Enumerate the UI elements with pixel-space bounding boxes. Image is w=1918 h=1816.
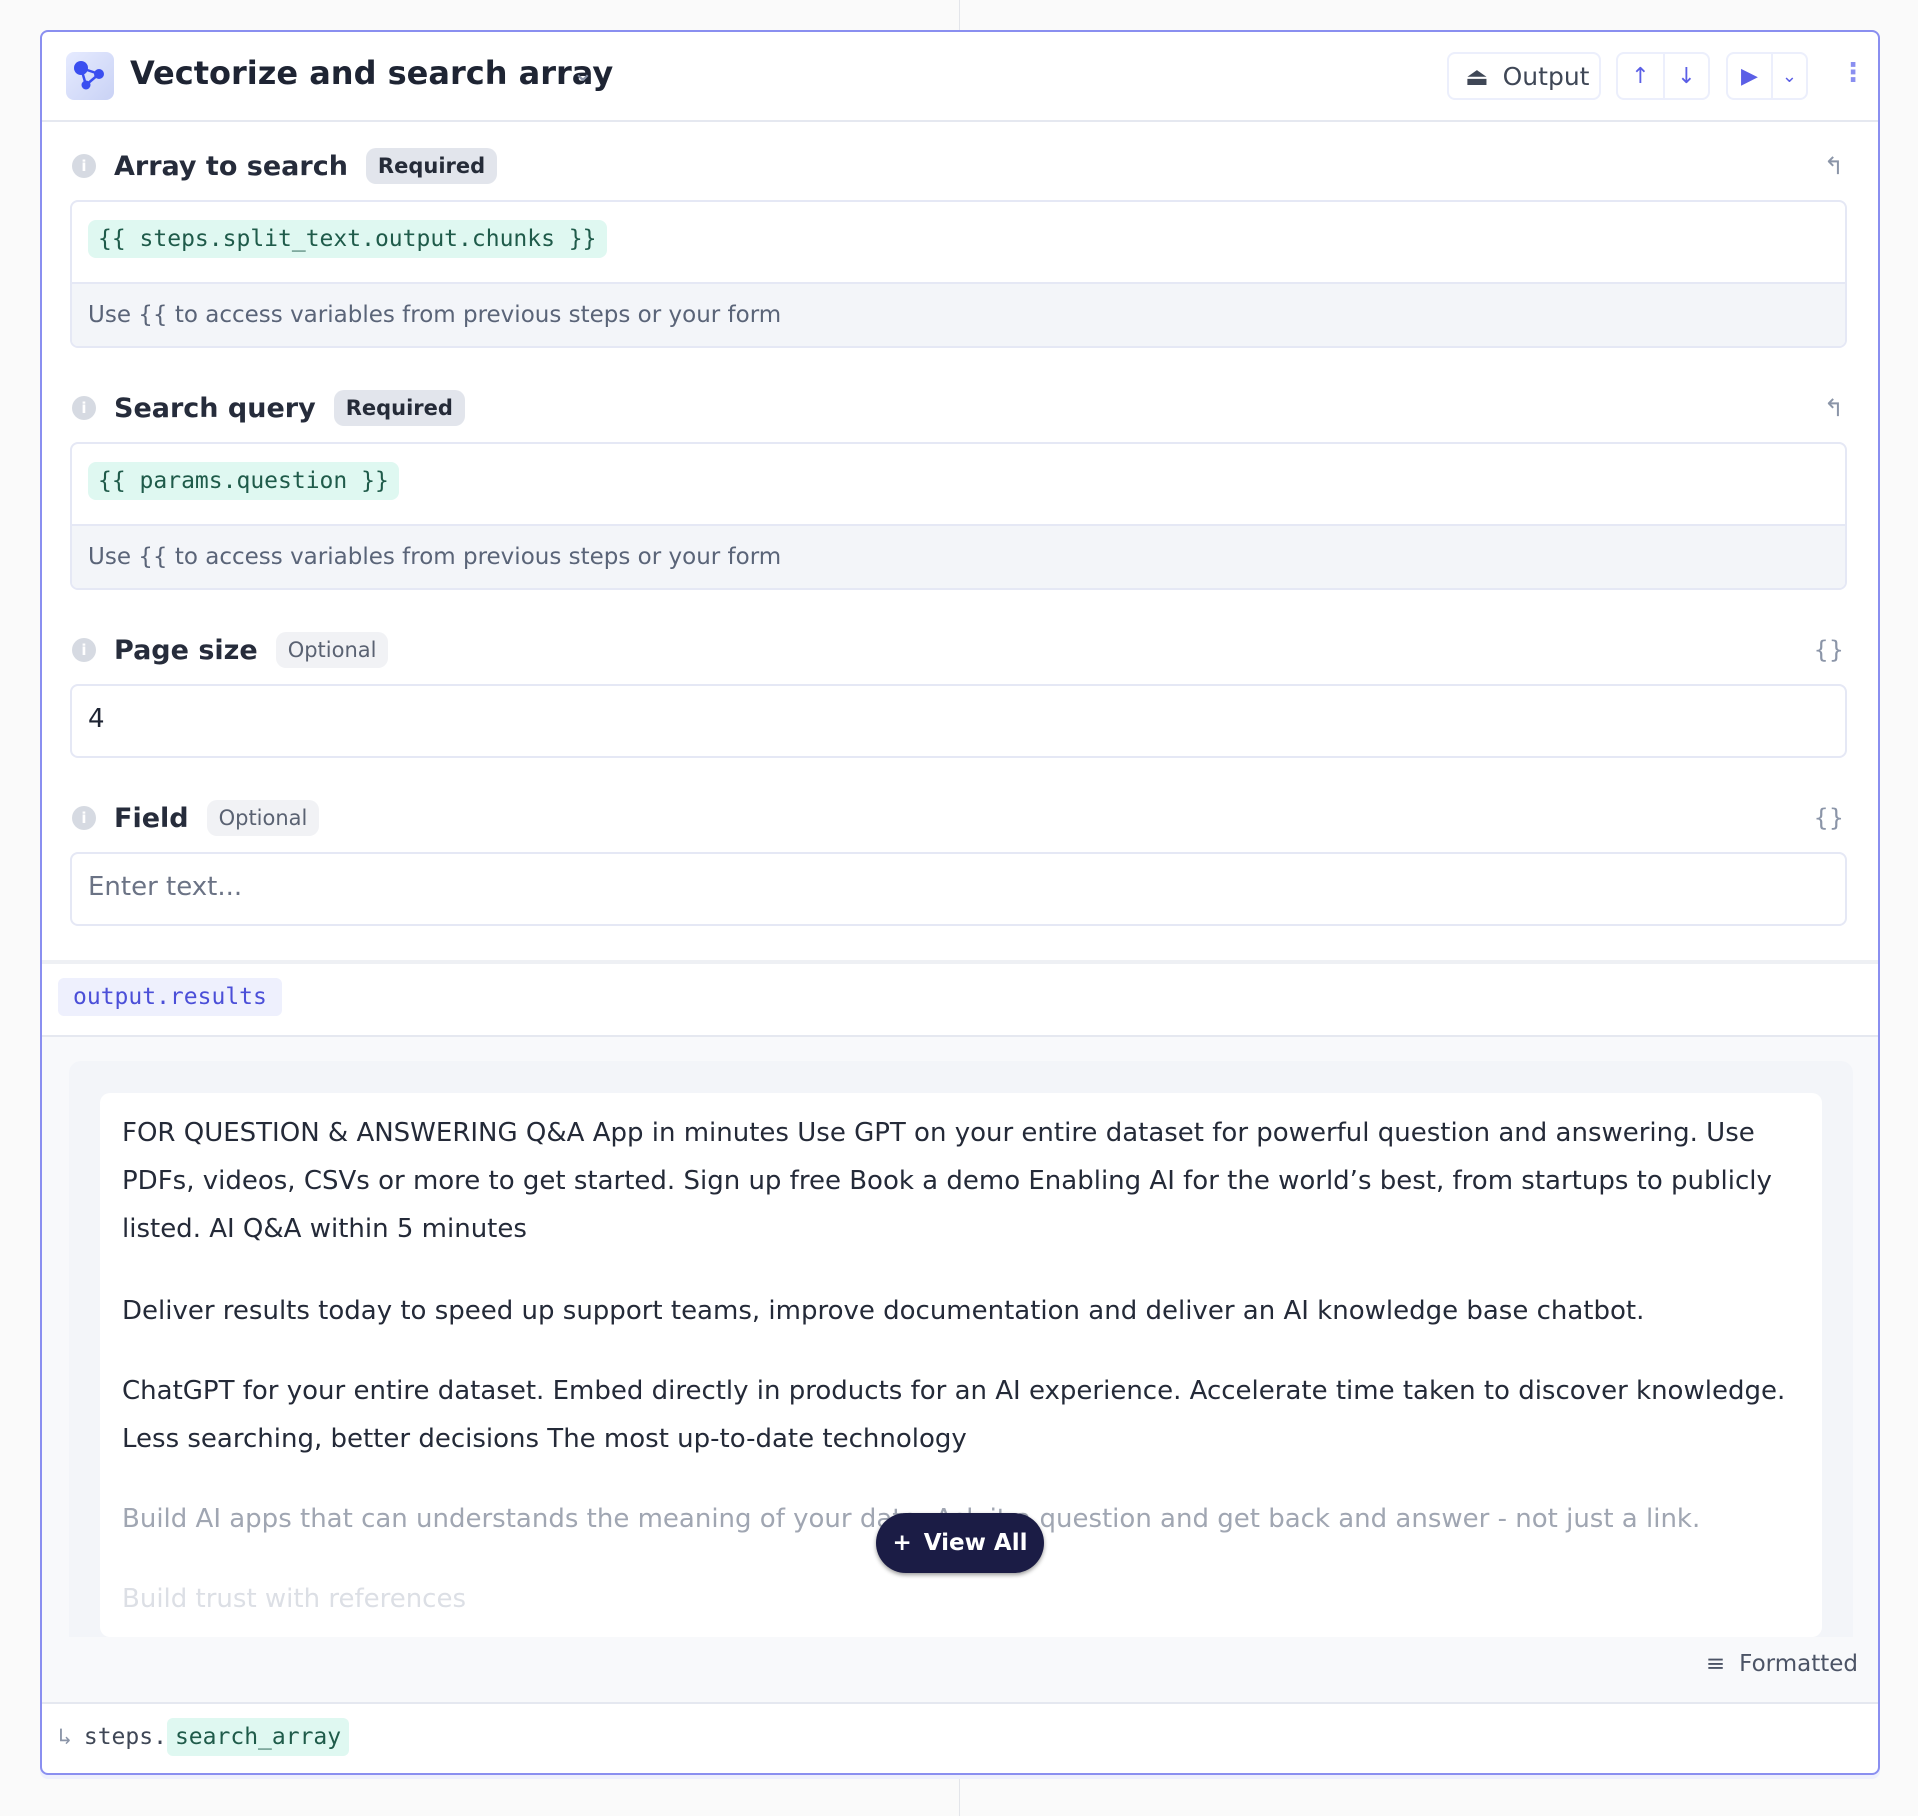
move-up-icon[interactable]: ↑ [1618,54,1663,98]
braces-icon[interactable]: {} [1813,804,1844,832]
view-all-label: View All [923,1530,1028,1556]
required-badge: Required [365,148,498,184]
steps-prefix: steps. [83,1724,167,1750]
upload-icon: ⏏ [1465,61,1489,91]
optional-badge: Optional [275,632,389,668]
query-input[interactable]: {{ params.question }} Use {{ to access v… [70,442,1847,590]
input-hint: Use {{ to access variables from previous… [72,524,1845,588]
field-input[interactable]: Enter text... [70,852,1847,926]
chevron-down-icon[interactable]: ⌄ [572,58,594,88]
info-icon: i [72,638,96,662]
page-size-input[interactable]: 4 [70,684,1847,758]
label-text: Field [114,802,189,834]
divider [42,1702,1878,1704]
info-icon: i [72,396,96,420]
label-text: Array to search [114,150,348,182]
play-icon[interactable]: ▶ [1728,54,1771,98]
view-all-button[interactable]: + View All [876,1513,1044,1573]
connector-top [959,0,960,30]
output-button[interactable]: ⏏ Output [1447,52,1601,100]
step-header: Vectorize and search array ⌄ ⏏ Output ↑ ↓ … [42,32,1878,122]
result-paragraph: ChatGPT for your entire dataset. Embed d… [122,1376,1786,1454]
label-text: Page size [114,634,258,666]
chevron-down-icon[interactable]: ⌄ [1770,54,1806,98]
field-label-page-size: i Page size Optional [72,632,389,668]
lines-icon: ≡ [1705,1651,1726,1677]
field-label-query: i Search query Required [72,390,465,426]
divider [42,960,1878,964]
return-arrow-icon: ↳ [58,1724,72,1750]
result-paragraph: Build trust with references [122,1584,467,1614]
connector-bottom [959,1776,960,1816]
reset-icon[interactable]: ↰ [1824,394,1844,422]
step-reference: ↳ steps. search_array [58,1718,350,1756]
step-title[interactable]: Vectorize and search array [130,54,613,92]
reset-icon[interactable]: ↰ [1824,152,1844,180]
format-label: Formatted [1739,1651,1858,1677]
info-icon: i [72,154,96,178]
variable-chip: {{ params.question }} [88,462,399,500]
format-toggle[interactable]: ≡ Formatted [1706,1651,1858,1677]
field-label-array: i Array to search Required [72,148,498,184]
move-buttons: ↑ ↓ [1616,52,1710,100]
result-paragraph: FOR QUESTION & ANSWERING Q&A App in minu… [122,1118,1772,1244]
required-badge: Required [333,390,465,426]
array-input[interactable]: {{ steps.split_text.output.chunks }} Use… [70,200,1847,348]
step-name-chip[interactable]: search_array [166,1718,350,1756]
more-menu-icon[interactable]: ⋮ [1840,58,1866,88]
braces-icon[interactable]: {} [1813,636,1844,664]
run-buttons: ▶ ⌄ [1726,52,1808,100]
vector-step-icon [66,52,114,100]
info-icon: i [72,806,96,830]
optional-badge: Optional [206,800,320,836]
move-down-icon[interactable]: ↓ [1662,54,1708,98]
plus-icon: + [892,1530,912,1556]
output-path-chip[interactable]: output.results [58,978,282,1016]
output-panel: FOR QUESTION & ANSWERING Q&A App in minu… [42,1037,1878,1702]
result-paragraph: Deliver results today to speed up suppor… [122,1296,1645,1326]
output-label: Output [1502,61,1590,91]
label-text: Search query [114,392,316,424]
input-hint: Use {{ to access variables from previous… [72,282,1845,346]
field-label-field: i Field Optional [72,800,320,836]
step-card: Vectorize and search array ⌄ ⏏ Output ↑ ↓ … [40,30,1880,1775]
variable-chip: {{ steps.split_text.output.chunks }} [88,220,607,258]
